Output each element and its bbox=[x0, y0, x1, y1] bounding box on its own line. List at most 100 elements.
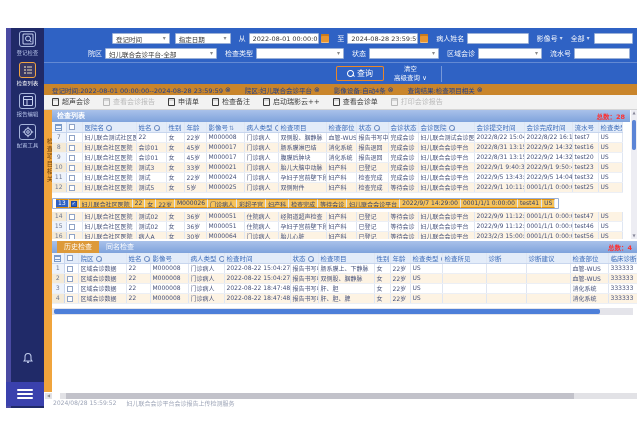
row-checkbox[interactable] bbox=[66, 285, 73, 292]
row-checkbox[interactable] bbox=[68, 213, 75, 220]
vertical-scrollbar[interactable]: ▲ ▼ bbox=[631, 110, 637, 239]
column-header[interactable]: 检查部位 bbox=[326, 122, 357, 133]
column-header[interactable]: 姓名 bbox=[136, 122, 167, 133]
region-consult-select[interactable]: ▾ bbox=[478, 48, 542, 59]
menu-hamburger-icon[interactable] bbox=[6, 382, 44, 406]
calendar-icon[interactable] bbox=[420, 34, 429, 43]
column-header[interactable]: 检查项目 bbox=[318, 253, 375, 264]
advanced-query-button[interactable]: 高级查询 ∨ bbox=[394, 74, 427, 83]
date-mode-select[interactable]: 指定日期 ▾ bbox=[174, 33, 231, 44]
column-header[interactable]: 会诊状态 bbox=[388, 122, 419, 133]
campus-select[interactable]: 妇儿联合会诊平台-全部 ▾ bbox=[105, 48, 217, 59]
column-header[interactable]: 年龄 bbox=[390, 253, 411, 264]
toolbar-button-application-form[interactable]: 申请单 bbox=[168, 97, 199, 107]
chip-close-icon[interactable]: ⊗ bbox=[225, 86, 231, 94]
table-row[interactable]: 1 区域会诊数据 22 M000008 门诊病人 2022-08-22 15:04:27 报… bbox=[52, 263, 637, 274]
row-checkbox[interactable] bbox=[68, 154, 75, 161]
time-field-select[interactable]: 登记时间 ▾ bbox=[112, 33, 170, 44]
toolbar-button-view-consult-sheet[interactable]: 查看会诊单 bbox=[332, 97, 378, 107]
row-checkbox[interactable] bbox=[68, 144, 75, 151]
column-header[interactable]: 会诊完成时间 bbox=[524, 122, 573, 133]
chip-close-icon[interactable]: ⊗ bbox=[477, 86, 483, 94]
column-header[interactable]: 年龄 bbox=[184, 122, 207, 133]
side-tab-exam-items[interactable]: 检查项目相关 bbox=[44, 110, 53, 392]
row-checkbox[interactable] bbox=[66, 265, 73, 272]
chip-close-icon[interactable]: ⊗ bbox=[388, 86, 394, 94]
row-checkbox[interactable] bbox=[68, 174, 75, 181]
column-header[interactable]: 状态 bbox=[290, 253, 319, 264]
row-checkbox[interactable] bbox=[70, 200, 77, 207]
select-all-checkbox[interactable] bbox=[66, 255, 73, 261]
scroll-left-icon[interactable]: ◀ bbox=[45, 392, 52, 399]
table-row[interactable]: 9 妇儿联合社区医院 会诊01 女 45岁 M000017 门诊病人 腹膜后肿块 消化系统 报告退… bbox=[52, 152, 623, 163]
patient-name-input[interactable] bbox=[467, 33, 529, 44]
table-row[interactable]: 4 区域会诊数据 22 M000008 门诊病人 2022-08-22 18:47:48 报… bbox=[52, 293, 637, 304]
column-header[interactable]: 病人类型 bbox=[188, 253, 225, 264]
select-all-header[interactable] bbox=[64, 253, 79, 264]
query-button[interactable]: 查询 bbox=[336, 66, 384, 81]
column-header[interactable]: 检查所见 bbox=[442, 253, 487, 264]
sidebar-item-exam-list[interactable]: 检查列表 bbox=[11, 59, 44, 90]
table-row[interactable]: 13 妇儿联合社区医院22女22岁M000026门诊病人彩超子宫妇产科检查完成等待… bbox=[52, 198, 560, 209]
bottom-horizontal-scrollbar[interactable]: ◀ bbox=[44, 392, 637, 399]
toolbar-button-cloud-launch[interactable]: 启动瑞影云++ bbox=[263, 97, 320, 107]
table-row[interactable]: 7 妇儿联合测试社区医院22女22岁M000008门诊病人双侧股、腘静脉血管-WU… bbox=[52, 132, 623, 143]
select-all-header[interactable] bbox=[66, 122, 83, 133]
column-header[interactable]: 影像号⇅ bbox=[206, 122, 245, 133]
column-header[interactable]: 流水号 bbox=[572, 122, 599, 133]
image-no-input[interactable] bbox=[593, 33, 633, 44]
sidebar-item-report-edit[interactable]: 报告编辑 bbox=[11, 90, 44, 121]
sidebar-item-config-tools[interactable]: 配置工具 bbox=[11, 121, 44, 152]
column-header[interactable]: 诊断 bbox=[486, 253, 527, 264]
row-checkbox[interactable] bbox=[68, 223, 75, 230]
table-row[interactable]: 15 妇儿联合社区医院 测试02 女 36岁 M000051 住院病人 孕妇子宫前壁下段 妇产科… bbox=[52, 221, 623, 232]
column-header[interactable]: 姓名 bbox=[126, 253, 151, 264]
column-header[interactable]: 状态 bbox=[356, 122, 389, 133]
notification-bell-icon[interactable] bbox=[11, 352, 44, 364]
chip-close-icon[interactable]: ⊗ bbox=[314, 86, 320, 94]
scrollbar-thumb[interactable] bbox=[66, 392, 574, 399]
table-row[interactable]: 11 妇儿联合社区医院 测试女 22岁 M000024 门诊病人 孕妇子宫前壁下段 妇产科 检查… bbox=[52, 172, 623, 183]
column-header[interactable]: 诊断建议 bbox=[526, 253, 571, 264]
column-header[interactable]: 临床诊断 bbox=[608, 253, 637, 264]
serial-no-input[interactable] bbox=[574, 48, 630, 59]
column-header[interactable]: 院区 bbox=[78, 253, 127, 264]
row-checkbox[interactable] bbox=[68, 184, 75, 191]
history-horizontal-scrollbar[interactable] bbox=[52, 308, 633, 315]
row-checkbox[interactable] bbox=[66, 275, 73, 282]
column-settings-header[interactable] bbox=[52, 253, 65, 264]
toolbar-button-exam-note[interactable]: 检查备注 bbox=[212, 97, 250, 107]
column-header[interactable]: 检查时间 bbox=[224, 253, 291, 264]
table-row[interactable]: 8 妇儿联合社区医院 会诊01 女 45岁 M000017 门诊病人 肠系膜淋巴结 消化系统 报告… bbox=[52, 142, 623, 153]
from-date-input[interactable]: 2022-08-01 00:00:00 bbox=[248, 33, 320, 44]
row-checkbox[interactable] bbox=[68, 233, 75, 239]
column-header[interactable]: 检查部位 bbox=[570, 253, 609, 264]
tab-same-name-exams[interactable]: 同名检查 bbox=[99, 241, 141, 253]
scroll-up-icon[interactable]: ▲ bbox=[631, 110, 637, 116]
column-header[interactable]: 会诊提交时间 bbox=[474, 122, 525, 133]
tab-history-exams[interactable]: 历史检查 bbox=[57, 241, 99, 253]
table-row[interactable]: 16 妇儿联合社区医院 病人A 女 30岁 M000064 门诊病人 胎儿心脏 妇产科 已登记 等待… bbox=[52, 231, 623, 239]
table-row[interactable]: 3 区域会诊数据 22 M000008 门诊病人 2022-08-22 18:47:48 报… bbox=[52, 283, 637, 294]
column-header[interactable]: 医院名 bbox=[82, 122, 137, 133]
table-row[interactable]: 10 妇儿联合社区医院 测试3 女 33岁 M000021 门诊病人 胎儿大脑中动脉 妇产科 已登… bbox=[52, 162, 623, 173]
column-header[interactable]: 影像号 bbox=[150, 253, 189, 264]
clear-button[interactable]: 清空 bbox=[394, 65, 427, 74]
column-header[interactable]: 检查项目 bbox=[278, 122, 327, 133]
status-select[interactable]: ▾ bbox=[369, 48, 439, 59]
scrollbar-thumb[interactable] bbox=[54, 309, 601, 314]
image-no-field-select[interactable]: 影像号 ▾ bbox=[537, 34, 563, 44]
scroll-down-icon[interactable]: ▼ bbox=[631, 233, 637, 239]
column-header[interactable]: 性别 bbox=[374, 253, 391, 264]
column-settings-header[interactable] bbox=[52, 122, 67, 133]
row-checkbox[interactable] bbox=[68, 134, 75, 141]
column-header[interactable]: 检查类型 bbox=[410, 253, 443, 264]
row-checkbox[interactable] bbox=[66, 295, 73, 302]
table-row[interactable]: 12 妇儿联合社区医院 测试5 女 5岁 M000025 门诊病人 双侧附件 妇产科 检查完成 等待… bbox=[52, 182, 623, 193]
exam-type-select[interactable]: ▾ bbox=[256, 48, 344, 59]
table-row[interactable]: 14 妇儿联合社区医院 测试02 女 36岁 M000051 住院病人 经阴道超声检查 妇产科已… bbox=[52, 212, 623, 222]
scope-select[interactable]: 全部 ▾ bbox=[571, 34, 590, 44]
column-header[interactable]: 会诊医院 bbox=[418, 122, 475, 133]
to-date-input[interactable]: 2024-08-28 23:59:59 bbox=[347, 33, 418, 44]
scrollbar-thumb[interactable] bbox=[632, 120, 636, 150]
